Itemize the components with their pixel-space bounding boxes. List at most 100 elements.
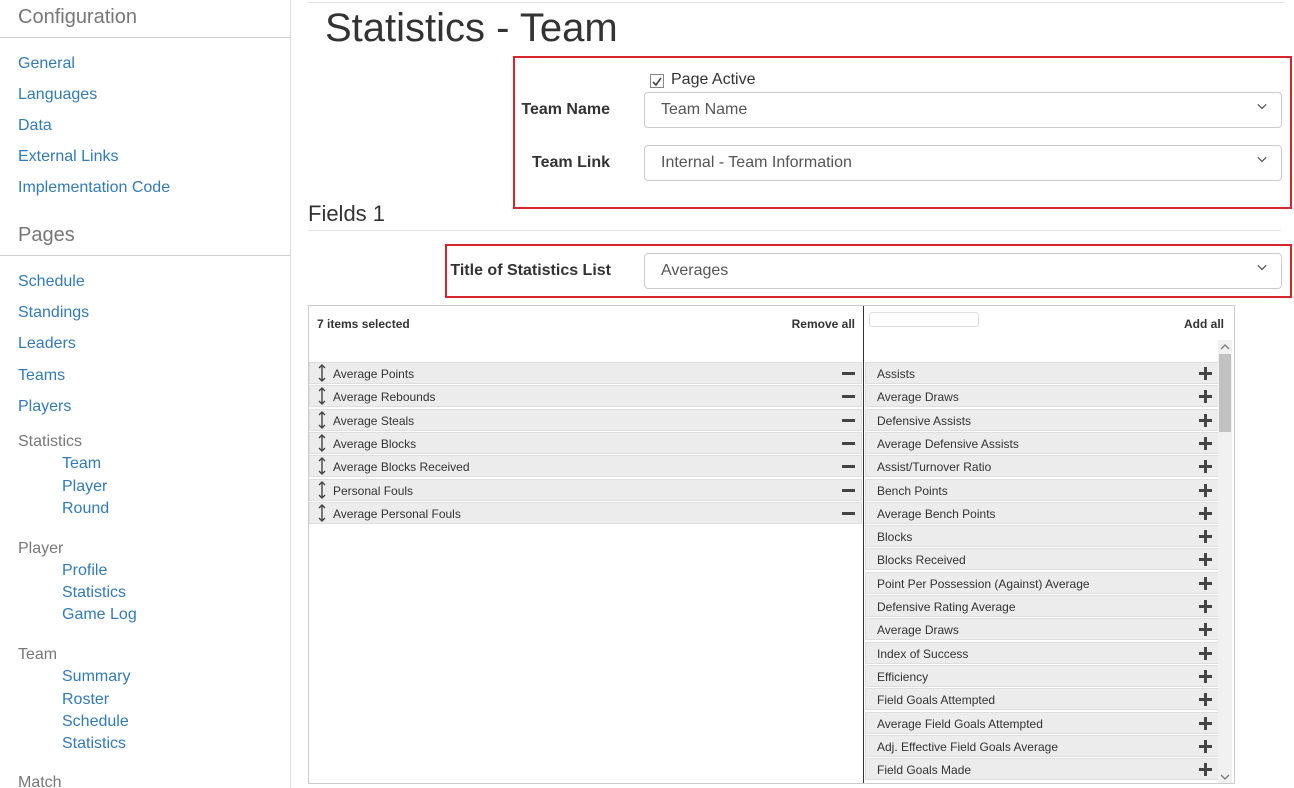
drag-handle-icon[interactable] <box>318 411 326 429</box>
sidebar-link-implementation-code[interactable]: Implementation Code <box>18 179 170 197</box>
sidebar-link-statistics-team[interactable]: Team <box>62 455 101 473</box>
scroll-down-icon[interactable] <box>1220 772 1230 782</box>
sidebar-link-external-links[interactable]: External Links <box>18 148 119 166</box>
add-icon[interactable] <box>1199 367 1212 380</box>
available-item[interactable]: Field Goals Attempted <box>865 688 1219 710</box>
add-all-button[interactable]: Add all <box>1184 317 1224 331</box>
sidebar-link-player-statistics[interactable]: Statistics <box>62 584 126 602</box>
page-active-checkbox[interactable] <box>650 74 664 88</box>
sidebar-link-statistics-round[interactable]: Round <box>62 500 109 518</box>
selected-item-label: Average Points <box>333 367 415 381</box>
add-icon[interactable] <box>1199 600 1212 613</box>
add-icon[interactable] <box>1199 740 1212 753</box>
available-item[interactable]: Point Per Possession (Against) Average <box>865 572 1219 594</box>
available-item[interactable]: Adj. Effective Field Goals Average <box>865 735 1219 757</box>
stats-list-title-select[interactable]: Averages <box>644 253 1282 289</box>
available-item[interactable]: Defensive Assists <box>865 409 1219 431</box>
available-item[interactable]: Defensive Rating Average <box>865 595 1219 617</box>
scrollbar[interactable] <box>1218 340 1232 783</box>
scrollbar-thumb[interactable] <box>1219 354 1231 432</box>
selected-item[interactable]: Average Blocks Received <box>309 455 862 477</box>
scroll-up-icon[interactable] <box>1220 342 1230 352</box>
add-icon[interactable] <box>1199 484 1212 497</box>
available-item[interactable]: Field Goals Made <box>865 758 1219 780</box>
add-icon[interactable] <box>1199 437 1212 450</box>
sidebar-link-statistics-player[interactable]: Player <box>62 478 107 496</box>
available-item[interactable]: Average Draws <box>865 385 1219 407</box>
sidebar-link-teams[interactable]: Teams <box>18 367 65 385</box>
available-item[interactable]: Efficiency <box>865 665 1219 687</box>
sidebar-group-statistics: Statistics <box>18 433 83 450</box>
drag-handle-icon[interactable] <box>318 481 326 499</box>
available-item[interactable]: Average Bench Points <box>865 502 1219 524</box>
selected-item[interactable]: Average Blocks <box>309 432 862 454</box>
highlight-box-team-settings <box>513 56 1292 209</box>
available-item[interactable]: Index of Success <box>865 642 1219 664</box>
remove-icon[interactable] <box>842 395 855 398</box>
sidebar-link-team-summary[interactable]: Summary <box>62 668 130 686</box>
sidebar-link-player-game-log[interactable]: Game Log <box>62 606 137 624</box>
selected-item[interactable]: Average Rebounds <box>309 385 862 407</box>
available-item[interactable]: Assist/Turnover Ratio <box>865 455 1219 477</box>
remove-icon[interactable] <box>842 419 855 422</box>
available-item[interactable]: Average Defensive Assists <box>865 432 1219 454</box>
sidebar-link-team-roster[interactable]: Roster <box>62 691 109 709</box>
remove-icon[interactable] <box>842 512 855 515</box>
selected-item[interactable]: Personal Fouls <box>309 479 862 501</box>
add-icon[interactable] <box>1199 623 1212 636</box>
selected-item[interactable]: Average Personal Fouls <box>309 502 862 524</box>
chevron-down-icon <box>1257 103 1267 110</box>
add-icon[interactable] <box>1199 530 1212 543</box>
available-item[interactable]: Average Field Goals Attempted <box>865 712 1219 734</box>
sidebar-link-leaders[interactable]: Leaders <box>18 335 76 353</box>
add-icon[interactable] <box>1199 390 1212 403</box>
add-icon[interactable] <box>1199 460 1212 473</box>
sidebar-link-team-statistics[interactable]: Statistics <box>62 735 126 753</box>
available-item-label: Average Defensive Assists <box>877 437 1019 451</box>
add-icon[interactable] <box>1199 577 1212 590</box>
selected-item-label: Average Blocks Received <box>333 460 470 474</box>
add-icon[interactable] <box>1199 693 1212 706</box>
selected-count: 7 items selected <box>317 317 410 331</box>
available-item-label: Assist/Turnover Ratio <box>877 460 992 474</box>
add-icon[interactable] <box>1199 717 1212 730</box>
team-name-select[interactable]: Team Name <box>644 92 1282 128</box>
remove-all-button[interactable]: Remove all <box>792 317 855 331</box>
drag-handle-icon[interactable] <box>318 434 326 452</box>
chevron-down-icon <box>1257 264 1267 271</box>
statistics-multiselect: 7 items selected Remove all Average Poin… <box>308 305 1235 784</box>
selected-item[interactable]: Average Steals <box>309 409 862 431</box>
remove-icon[interactable] <box>842 489 855 492</box>
remove-icon[interactable] <box>842 442 855 445</box>
drag-handle-icon[interactable] <box>318 457 326 475</box>
available-item[interactable]: Blocks <box>865 525 1219 547</box>
sidebar-link-languages[interactable]: Languages <box>18 86 97 104</box>
available-item[interactable]: Assists <box>865 362 1219 384</box>
search-input[interactable] <box>869 312 979 327</box>
sidebar-link-player-profile[interactable]: Profile <box>62 562 107 580</box>
sidebar-link-data[interactable]: Data <box>18 117 52 135</box>
remove-icon[interactable] <box>842 372 855 375</box>
add-icon[interactable] <box>1199 647 1212 660</box>
available-item[interactable]: Bench Points <box>865 479 1219 501</box>
available-item[interactable]: Blocks Received <box>865 548 1219 570</box>
add-icon[interactable] <box>1199 670 1212 683</box>
sidebar-link-standings[interactable]: Standings <box>18 304 89 322</box>
team-link-select[interactable]: Internal - Team Information <box>644 145 1282 181</box>
remove-icon[interactable] <box>842 465 855 468</box>
add-icon[interactable] <box>1199 414 1212 427</box>
selected-item[interactable]: Average Points <box>309 362 862 384</box>
sidebar-link-team-schedule[interactable]: Schedule <box>62 713 129 731</box>
available-item-label: Adj. Effective Field Goals Average <box>877 740 1058 754</box>
add-icon[interactable] <box>1199 763 1212 776</box>
drag-handle-icon[interactable] <box>318 387 326 405</box>
add-icon[interactable] <box>1199 553 1212 566</box>
drag-handle-icon[interactable] <box>318 364 326 382</box>
available-item-label: Blocks <box>877 530 913 544</box>
add-icon[interactable] <box>1199 507 1212 520</box>
sidebar-link-general[interactable]: General <box>18 55 75 73</box>
drag-handle-icon[interactable] <box>318 504 326 522</box>
sidebar-link-players[interactable]: Players <box>18 398 71 416</box>
available-item[interactable]: Average Draws <box>865 618 1219 640</box>
sidebar-link-schedule[interactable]: Schedule <box>18 273 85 291</box>
